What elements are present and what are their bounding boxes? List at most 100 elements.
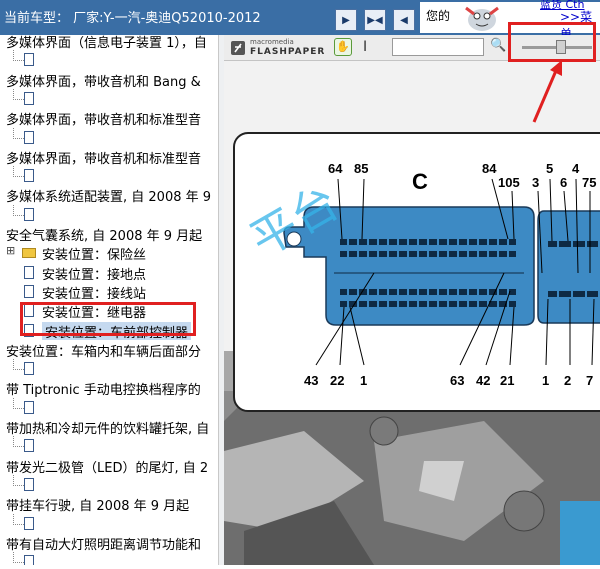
tree-item-label: 安装位置：车箱内和车辆后面部分 bbox=[6, 344, 202, 360]
expand-button[interactable]: ▶◀ bbox=[364, 9, 386, 31]
tree-item[interactable]: 多媒体界面（信息电子装置 1），自 bbox=[0, 35, 218, 50]
tree-item[interactable]: 带有自动大灯照明距离调节功能和 bbox=[0, 533, 218, 552]
tree-item[interactable]: 多媒体界面，带收音机和标准型音 bbox=[0, 108, 218, 127]
tree-item[interactable]: 带挂车行驶, 自 2008 年 9 月起 bbox=[0, 494, 218, 513]
catalog-tree: 多媒体界面（信息电子装置 1），自 多媒体界面，带收音机和 Bang & 多媒体界面… bbox=[0, 35, 218, 565]
expand-icon: ▶◀ bbox=[367, 14, 383, 26]
tree-item-label: 安装位置：接地点 bbox=[42, 267, 147, 282]
pin-label: 2 bbox=[564, 373, 571, 388]
arrow-right-icon: ▶ bbox=[342, 14, 350, 26]
pin-label: 43 bbox=[304, 373, 318, 388]
tree-item[interactable]: 多媒体系统适配装置, 自 2008 年 9 bbox=[0, 185, 218, 204]
expand-plus-icon[interactable]: ⊞ bbox=[6, 244, 15, 257]
search-input[interactable] bbox=[392, 38, 484, 56]
tree-item[interactable]: 带发光二极管（LED）的尾灯, 自 2 bbox=[0, 456, 218, 475]
tree-connector-line bbox=[13, 552, 24, 564]
tree-connector-line bbox=[13, 474, 24, 486]
notice-text: 您的 bbox=[426, 9, 451, 23]
arrow-left-icon: ◀ bbox=[400, 14, 408, 26]
tree-connector-line bbox=[13, 127, 24, 139]
pin-label: 84 bbox=[482, 161, 497, 176]
flashpaper-label: FLASHPAPER bbox=[250, 47, 326, 57]
pin-label: 5 bbox=[546, 161, 553, 176]
document-icon bbox=[24, 555, 34, 565]
document-icon bbox=[24, 477, 34, 491]
tree-doc-row[interactable] bbox=[0, 88, 218, 108]
tree-item[interactable]: 带加热和冷却元件的饮料罐托架, 自 bbox=[0, 417, 218, 436]
document-icon bbox=[24, 91, 34, 105]
pin-label: 21 bbox=[500, 373, 514, 388]
pin-label: 64 bbox=[328, 161, 343, 176]
tree-item-label: 带挂车行驶, 自 2008 年 9 月起 bbox=[6, 499, 190, 514]
tree-item-label: 安全气囊系统, 自 2008 年 9 月起 bbox=[6, 229, 203, 244]
tree-doc-row[interactable] bbox=[0, 50, 218, 69]
document-icon bbox=[24, 265, 34, 279]
tree-item-label: 多媒体界面，带收音机和标准型音 bbox=[6, 151, 202, 167]
tree-item-label: 多媒体界面（信息电子装置 1），自 bbox=[6, 36, 207, 51]
document-icon bbox=[24, 130, 34, 144]
tree-item[interactable]: 安装位置：接地点 bbox=[0, 263, 218, 282]
selection-highlight-box bbox=[20, 302, 196, 336]
pin-label: 105 bbox=[498, 175, 520, 190]
tree-item[interactable]: 安全气囊系统, 自 2008 年 9 月起 bbox=[0, 224, 218, 243]
document-icon bbox=[24, 362, 34, 376]
flashpaper-logo-icon bbox=[231, 41, 245, 55]
pin-label: 1 bbox=[360, 373, 367, 388]
arrow-left-button[interactable]: ◀ bbox=[393, 9, 415, 31]
tree-item[interactable]: 带 Tiptronic 手动电控换档程序的 bbox=[0, 378, 218, 397]
tree-item[interactable]: 多媒体界面，带收音机和 Bang & bbox=[0, 70, 218, 89]
document-page[interactable]: 平台 C 64 85 84 105 3 5 6 4 75 43 22 1 63 … bbox=[224, 61, 600, 565]
cartoon-character-icon bbox=[465, 6, 499, 31]
tree-connector-line bbox=[13, 166, 24, 178]
pin-label: 6 bbox=[560, 175, 567, 190]
tree-item-label: 多媒体系统适配装置, 自 2008 年 9 bbox=[6, 190, 212, 205]
tree-connector-line bbox=[13, 359, 24, 371]
connector-letter: C bbox=[412, 169, 428, 194]
document-icon bbox=[24, 207, 34, 221]
document-icon bbox=[24, 400, 34, 414]
text-select-tool-icon[interactable]: I bbox=[363, 39, 367, 55]
tree-doc-row[interactable] bbox=[0, 436, 218, 455]
tree-doc-row[interactable] bbox=[0, 397, 218, 417]
tree-item[interactable]: 安装位置：接线站 bbox=[0, 282, 218, 301]
pin-label: 4 bbox=[572, 161, 580, 176]
tree-item-label: 带 Tiptronic 手动电控换档程序的 bbox=[6, 383, 201, 398]
arrow-right-button[interactable]: ▶ bbox=[335, 9, 357, 31]
connector-diagram: 平台 C 64 85 84 105 3 5 6 4 75 43 22 1 63 … bbox=[224, 132, 600, 565]
document-icon bbox=[24, 53, 34, 67]
tree-doc-row[interactable] bbox=[0, 359, 218, 378]
pin-label: 22 bbox=[330, 373, 344, 388]
document-icon bbox=[24, 439, 34, 453]
tree-doc-row[interactable] bbox=[0, 513, 218, 533]
tree-item-label: 带发光二极管（LED）的尾灯, 自 2 bbox=[6, 460, 209, 475]
tree-item[interactable]: 多媒体界面，带收音机和标准型音 bbox=[0, 147, 218, 166]
pin-label: 7 bbox=[586, 373, 593, 388]
pin-label: 85 bbox=[354, 161, 368, 176]
tree-doc-row[interactable] bbox=[0, 166, 218, 185]
tree-doc-row[interactable] bbox=[0, 474, 218, 494]
tree-item[interactable]: 安装位置：车箱内和车辆后面部分 bbox=[0, 340, 218, 359]
tree-connector-line bbox=[13, 204, 24, 216]
tree-doc-row[interactable] bbox=[0, 552, 218, 565]
pin-label: 75 bbox=[582, 175, 596, 190]
search-icon[interactable]: 🔍 bbox=[490, 38, 506, 53]
current-car-label: 当前车型： 厂家:Y-一汽-奥迪Q52010-2012 bbox=[4, 11, 261, 26]
tree-item-label: 多媒体界面，带收音机和 Bang & bbox=[6, 74, 201, 89]
tree-item-label: 带有自动大灯照明距离调节功能和 bbox=[6, 537, 202, 553]
tree-connector-line bbox=[13, 397, 24, 409]
tree-item[interactable]: ⊞ 安装位置：保险丝 bbox=[0, 243, 218, 262]
document-icon bbox=[24, 169, 34, 183]
tree-connector-line bbox=[13, 50, 24, 62]
hand-tool-button[interactable]: ✋ bbox=[334, 38, 352, 56]
tree-connector-line bbox=[13, 513, 24, 525]
pin-label: 63 bbox=[450, 373, 464, 388]
hand-icon: ✋ bbox=[336, 40, 350, 53]
document-icon bbox=[24, 284, 34, 298]
pin-label: 42 bbox=[476, 373, 490, 388]
tree-connector-line bbox=[13, 436, 24, 448]
pin-label: 3 bbox=[532, 175, 539, 190]
tree-item-label: 带加热和冷却元件的饮料罐托架, 自 bbox=[6, 422, 210, 437]
tree-doc-row[interactable] bbox=[0, 127, 218, 147]
red-arrow-icon bbox=[532, 60, 562, 123]
tree-doc-row[interactable] bbox=[0, 204, 218, 224]
